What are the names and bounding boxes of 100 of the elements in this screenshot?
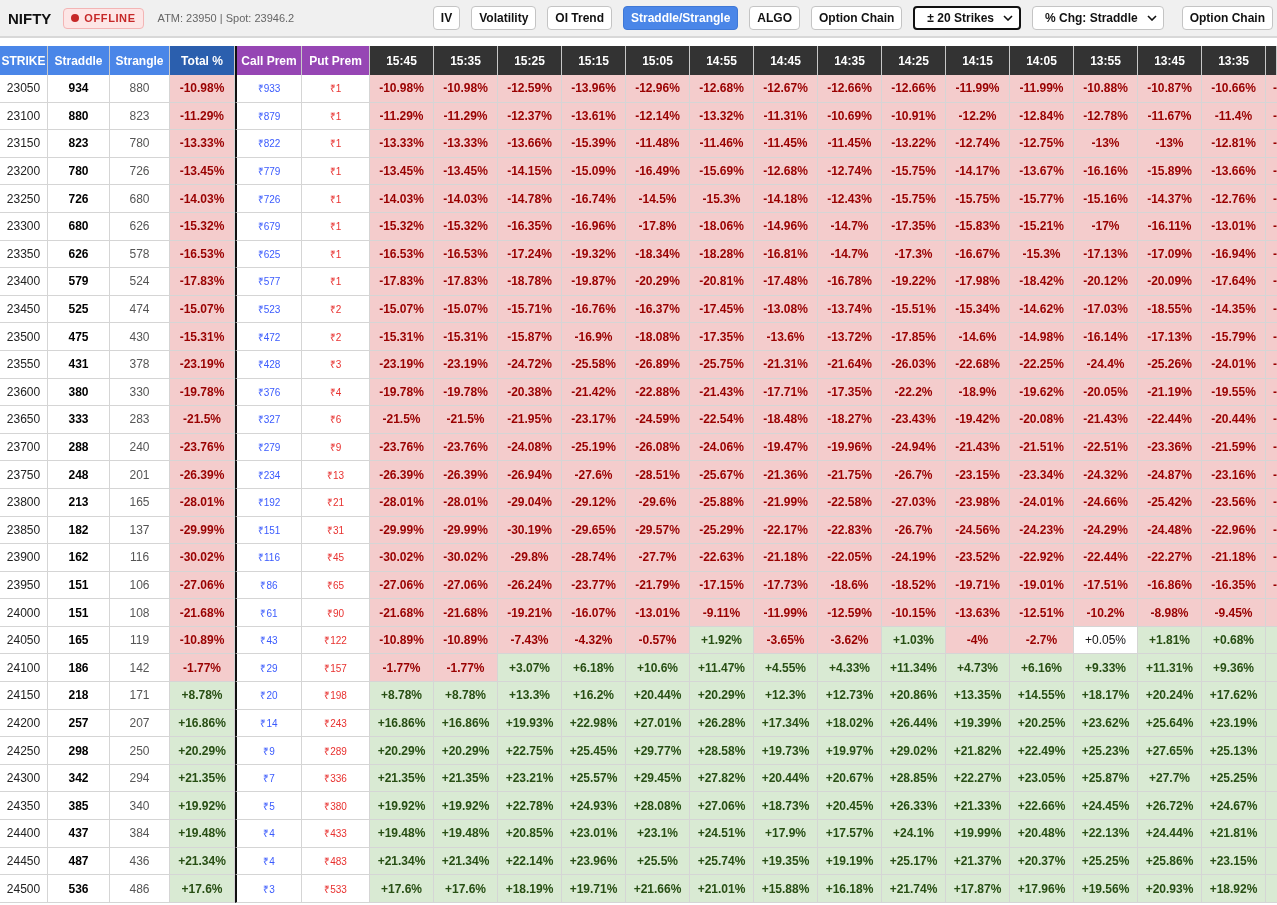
- call-premium-cell: ₹726: [235, 185, 302, 213]
- change-cell: -23.34%: [1010, 461, 1074, 489]
- total-change-cell: -17.83%: [170, 268, 235, 296]
- change-cell: +19.92%: [434, 792, 498, 821]
- change-cell: -12.59%: [498, 75, 562, 103]
- change-cell: -29.12%: [562, 488, 626, 517]
- change-cell: +28.58%: [690, 737, 754, 765]
- call-premium-cell: ₹879: [235, 102, 302, 131]
- change-cell: +27.7%: [1138, 764, 1202, 793]
- change-cell: +26.28%: [690, 709, 754, 738]
- change-cell: -28.51%: [626, 461, 690, 489]
- change-cell: +25.5%: [626, 847, 690, 876]
- change-cell: -22.05%: [818, 544, 882, 572]
- change-cell: -: [1266, 461, 1277, 489]
- change-cell: -25.19%: [562, 433, 626, 462]
- view-button[interactable]: Volatility: [471, 6, 537, 30]
- change-cell: -10.91%: [882, 102, 946, 131]
- change-cell: -23.15%: [946, 461, 1010, 489]
- change-cell: -: [1266, 323, 1277, 351]
- change-cell: -19.47%: [754, 433, 818, 462]
- strike-cell: 23450: [0, 295, 48, 324]
- view-button[interactable]: IV: [432, 6, 461, 30]
- caret-icon: [1146, 15, 1157, 21]
- view-button[interactable]: Option Chain: [811, 6, 903, 30]
- change-cell: -1.77%: [370, 654, 434, 683]
- filter-dropdown[interactable]: % Chg: Straddle: [1032, 6, 1164, 30]
- strike-cell: 23500: [0, 323, 48, 351]
- call-premium-cell: ₹7: [235, 764, 302, 793]
- change-cell: -23.76%: [370, 433, 434, 462]
- change-cell: -24.08%: [498, 433, 562, 462]
- change-cell: +17.87%: [946, 875, 1010, 903]
- change-cell: +23.19%: [1202, 709, 1266, 738]
- change-cell: +20.24%: [1138, 682, 1202, 710]
- change-cell: -20.05%: [1074, 378, 1138, 407]
- change-cell: -: [1266, 102, 1277, 131]
- change-cell: -21.43%: [946, 433, 1010, 462]
- view-button[interactable]: ALGO: [749, 6, 801, 30]
- total-change-cell: -23.76%: [170, 433, 235, 462]
- change-cell: -25.88%: [690, 488, 754, 517]
- change-cell: -21.68%: [370, 599, 434, 627]
- column-header: 14:55: [690, 46, 754, 75]
- change-cell: -21.42%: [562, 378, 626, 407]
- total-change-cell: -26.39%: [170, 461, 235, 489]
- call-premium-cell: ₹625: [235, 240, 302, 269]
- change-cell: -24.01%: [1010, 488, 1074, 517]
- change-cell: -15.75%: [882, 157, 946, 186]
- change-cell: -11.45%: [818, 130, 882, 158]
- change-cell: +25.45%: [562, 737, 626, 765]
- change-cell: -10.89%: [370, 626, 434, 655]
- change-cell: -13.33%: [434, 130, 498, 158]
- change-cell: +3.07%: [498, 654, 562, 683]
- change-cell: -22.17%: [754, 516, 818, 545]
- view-button[interactable]: OI Trend: [547, 6, 612, 30]
- call-premium-cell: ₹43: [235, 626, 302, 655]
- straddle-cell: 213: [48, 488, 110, 517]
- change-cell: -25.42%: [1138, 488, 1202, 517]
- option-chain-button[interactable]: Option Chain: [1181, 6, 1273, 30]
- change-cell: -17.13%: [1138, 323, 1202, 351]
- change-cell: +27.65%: [1138, 737, 1202, 765]
- change-cell: +25.87%: [1074, 764, 1138, 793]
- change-cell: -17.98%: [946, 268, 1010, 296]
- change-cell: -: [1266, 544, 1277, 572]
- change-cell: -10.87%: [1138, 75, 1202, 103]
- change-cell: -18.27%: [818, 406, 882, 434]
- change-cell: -15.3%: [1010, 240, 1074, 269]
- change-cell: -: [1266, 488, 1277, 517]
- change-cell: -15.21%: [1010, 212, 1074, 241]
- change-cell: +12.73%: [818, 682, 882, 710]
- straddle-cell: 248: [48, 461, 110, 489]
- change-cell: -17.71%: [754, 378, 818, 407]
- change-cell: -15.39%: [562, 130, 626, 158]
- change-cell: +18.73%: [754, 792, 818, 821]
- change-cell: -22.63%: [690, 544, 754, 572]
- change-cell: -11.4%: [1202, 102, 1266, 131]
- change-cell: -22.88%: [626, 378, 690, 407]
- change-cell: +18.92%: [1202, 875, 1266, 903]
- change-cell: +24.1%: [882, 820, 946, 848]
- change-cell: -17.85%: [882, 323, 946, 351]
- straddle-cell: 680: [48, 212, 110, 241]
- change-cell: +18.02%: [818, 709, 882, 738]
- change-cell: +17.34%: [754, 709, 818, 738]
- change-cell: -14.03%: [370, 185, 434, 213]
- change-cell: -18.28%: [690, 240, 754, 269]
- change-cell: +20.29%: [434, 737, 498, 765]
- call-premium-cell: ₹523: [235, 295, 302, 324]
- change-cell: -11.99%: [1010, 75, 1074, 103]
- straddle-cell: 880: [48, 102, 110, 131]
- change-cell: -17.09%: [1138, 240, 1202, 269]
- change-cell: +22.98%: [562, 709, 626, 738]
- view-button[interactable]: Straddle/Strangle: [623, 6, 739, 30]
- change-cell: -15.32%: [370, 212, 434, 241]
- change-cell: +25.13%: [1202, 737, 1266, 765]
- filter-dropdown[interactable]: ± 20 Strikes: [913, 6, 1021, 30]
- change-cell: +20.85%: [498, 820, 562, 848]
- strike-cell: 23900: [0, 544, 48, 572]
- change-cell: -22.51%: [1074, 433, 1138, 462]
- change-cell: -13.66%: [498, 130, 562, 158]
- total-change-cell: +20.29%: [170, 737, 235, 765]
- change-cell: -29.57%: [626, 516, 690, 545]
- change-cell: +26.72%: [1138, 792, 1202, 821]
